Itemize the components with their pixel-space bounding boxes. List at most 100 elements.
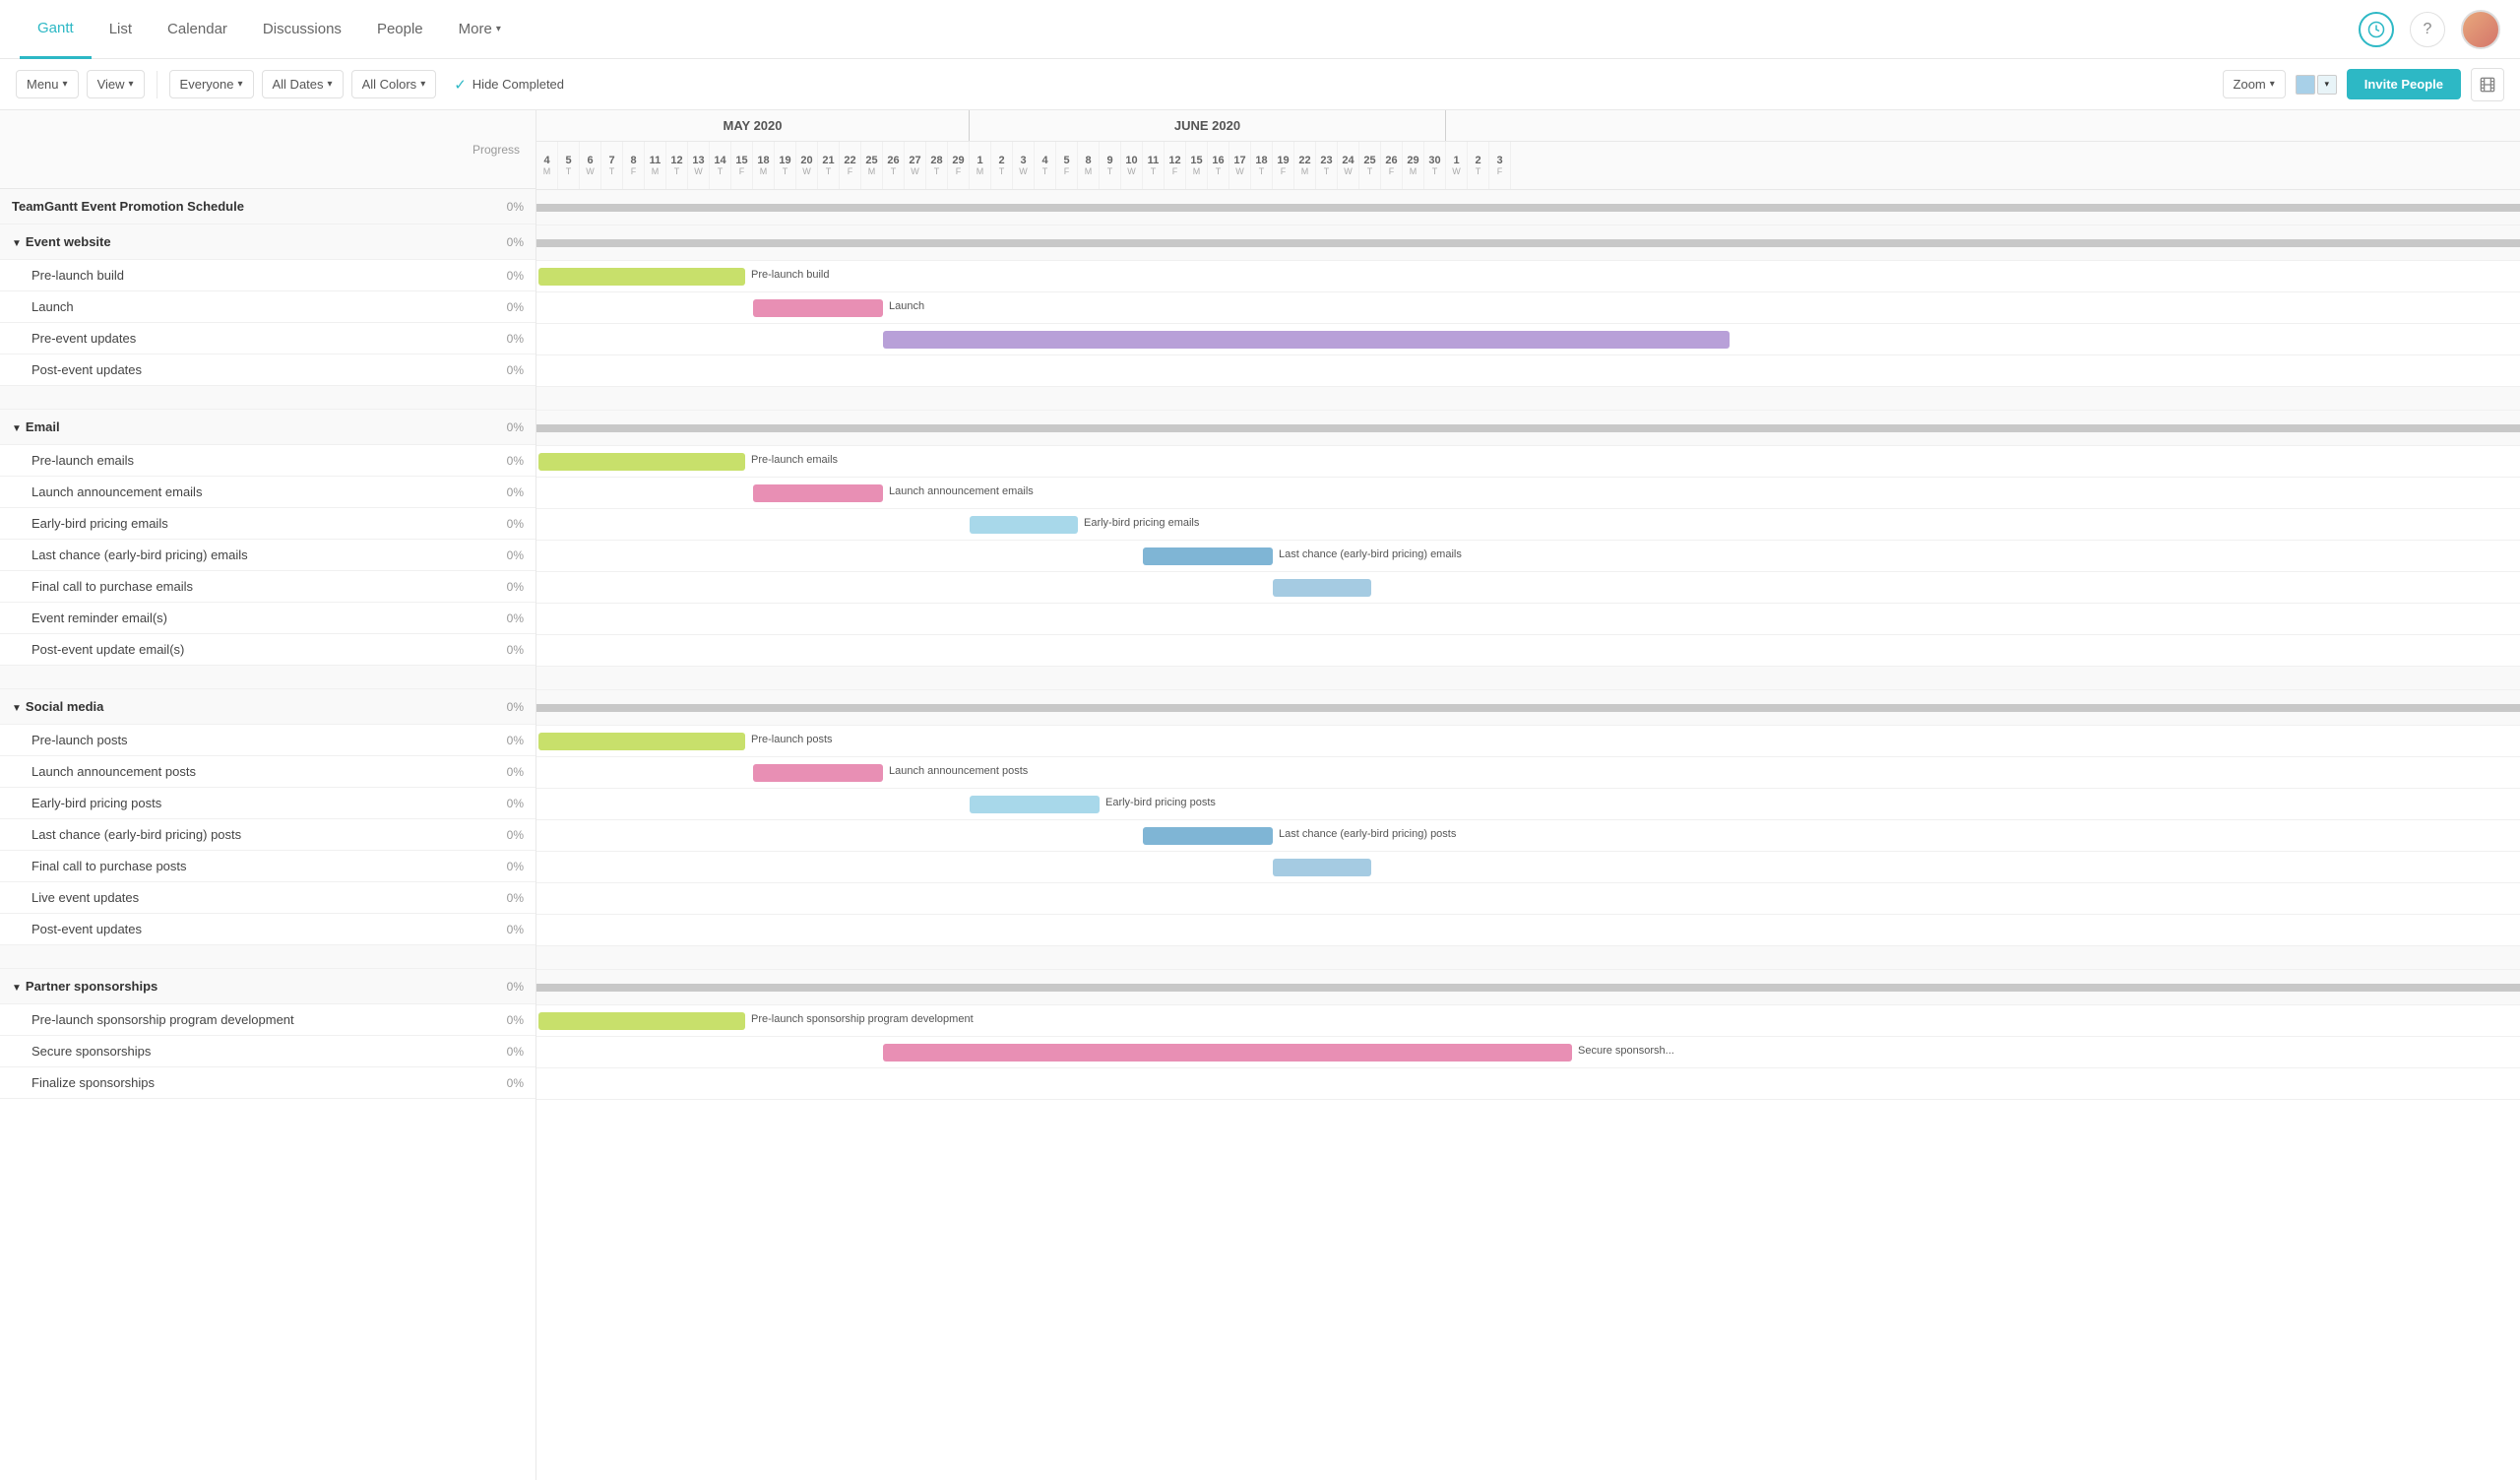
color-swatches: ▾ (2296, 75, 2337, 95)
group-row-partner-sponsorships: ▼Partner sponsorships 0% (0, 969, 536, 1004)
gantt-task-launch-announcement-emails: Launch announcement emails (536, 478, 2520, 509)
invite-people-button[interactable]: Invite People (2347, 69, 2461, 99)
bar-pre-launch-sponsorship[interactable] (538, 1012, 745, 1030)
gantt-task-early-bird-emails: Early-bird pricing emails (536, 509, 2520, 541)
swatch-toggle[interactable]: ▾ (2317, 75, 2337, 95)
left-header: Progress (0, 110, 536, 189)
day-cell-june-5: 5F (1056, 142, 1078, 189)
day-cell-june-1: 1M (970, 142, 991, 189)
bar-launch-announcement-emails[interactable] (753, 484, 883, 502)
task-row: Last chance (early-bird pricing) emails … (0, 540, 536, 571)
chevron-down-icon: ▾ (129, 79, 134, 90)
nav-item-list[interactable]: List (92, 0, 150, 59)
nav-item-discussions[interactable]: Discussions (245, 0, 359, 59)
all-colors-dropdown[interactable]: All Colors ▾ (351, 70, 437, 98)
nav-right: ? (2359, 10, 2500, 49)
gantt-task-post-event-emails (536, 635, 2520, 667)
toolbar-right: Zoom ▾ ▾ Invite People (2223, 68, 2504, 101)
day-cell-june-23: 23T (1316, 142, 1338, 189)
day-cell-june-16: 16T (1208, 142, 1229, 189)
task-row: Live event updates 0% (0, 882, 536, 914)
nav-item-calendar[interactable]: Calendar (150, 0, 245, 59)
day-cell-june-19: 19F (1273, 142, 1294, 189)
chevron-down-icon: ▼ (12, 983, 22, 994)
days-row: 4M5T6W7T8F11M12T13W14T15F18M19T20W21T22F… (536, 142, 2520, 189)
avatar[interactable] (2461, 10, 2500, 49)
day-cell-june-9: 9T (1100, 142, 1121, 189)
bar-early-bird-emails[interactable] (970, 516, 1078, 534)
day-cell-may-21: 21T (818, 142, 840, 189)
everyone-dropdown[interactable]: Everyone ▾ (169, 70, 254, 98)
right-panel: MAY 2020 JUNE 2020 4M5T6W7T8F11M12T13W14… (536, 110, 2520, 1480)
bar-final-call-posts[interactable] (1273, 859, 1371, 876)
gantt-task-launch: Launch (536, 292, 2520, 324)
gantt-group-social-media (536, 690, 2520, 726)
day-cell-july-2: 2T (1468, 142, 1489, 189)
bar-pre-launch-build[interactable] (538, 268, 745, 286)
day-cell-may-27: 27W (905, 142, 926, 189)
month-july (1446, 110, 2520, 141)
bar-final-call-emails[interactable] (1273, 579, 1371, 597)
task-row: Secure sponsorships 0% (0, 1036, 536, 1067)
gantt-header: MAY 2020 JUNE 2020 4M5T6W7T8F11M12T13W14… (536, 110, 2520, 190)
question-icon: ? (2424, 21, 2432, 38)
hide-completed-checkbox[interactable]: ✓ Hide Completed (444, 70, 574, 99)
bar-early-bird-posts[interactable] (970, 796, 1100, 813)
task-row: Pre-launch emails 0% (0, 445, 536, 477)
menu-button[interactable]: Menu ▾ (16, 70, 79, 98)
day-cell-july-1: 1W (1446, 142, 1468, 189)
help-icon-btn[interactable]: ? (2410, 12, 2445, 47)
gantt-task-secure-sponsorships: Secure sponsorsh... (536, 1037, 2520, 1068)
gantt-task-last-chance-emails: Last chance (early-bird pricing) emails (536, 541, 2520, 572)
gantt-task-final-call-posts (536, 852, 2520, 883)
bar-last-chance-posts[interactable] (1143, 827, 1273, 845)
bar-launch[interactable] (753, 299, 883, 317)
bar-launch-announcement-posts[interactable] (753, 764, 883, 782)
task-row: Pre-launch sponsorship program developme… (0, 1004, 536, 1036)
left-panel: Progress TeamGantt Event Promotion Sched… (0, 110, 536, 1480)
day-cell-may-19: 19T (775, 142, 796, 189)
bar-secure-sponsorships[interactable] (883, 1044, 1572, 1062)
project-progress: 0% (486, 200, 536, 214)
day-cell-may-20: 20W (796, 142, 818, 189)
chevron-down-icon: ▼ (12, 238, 22, 249)
day-cell-may-11: 11M (645, 142, 666, 189)
day-cell-june-8: 8M (1078, 142, 1100, 189)
chevron-down-icon: ▼ (12, 703, 22, 714)
all-dates-dropdown[interactable]: All Dates ▾ (262, 70, 344, 98)
bar-pre-launch-emails[interactable] (538, 453, 745, 471)
day-cell-may-28: 28T (926, 142, 948, 189)
nav-item-more[interactable]: More ▾ (441, 0, 519, 59)
day-cell-may-18: 18M (753, 142, 775, 189)
day-cell-june-15: 15M (1186, 142, 1208, 189)
task-row: Early-bird pricing posts 0% (0, 788, 536, 819)
chevron-down-icon: ▾ (496, 24, 501, 34)
export-icon-btn[interactable] (2471, 68, 2504, 101)
day-cell-june-29: 29M (1403, 142, 1424, 189)
gantt-task-pre-event-updates (536, 324, 2520, 355)
task-row: Finalize sponsorships 0% (0, 1067, 536, 1099)
task-row: Last chance (early-bird pricing) posts 0… (0, 819, 536, 851)
gantt-task-event-reminder (536, 604, 2520, 635)
day-cell-june-11: 11T (1143, 142, 1165, 189)
chevron-down-icon: ▾ (2270, 79, 2275, 90)
bar-pre-event-updates[interactable] (883, 331, 1730, 349)
task-row: Launch announcement emails 0% (0, 477, 536, 508)
film-icon (2480, 77, 2495, 93)
gantt-task-launch-announcement-posts: Launch announcement posts (536, 757, 2520, 789)
chevron-down-icon: ▾ (237, 79, 242, 90)
clock-icon-btn[interactable] (2359, 12, 2394, 47)
nav-item-people[interactable]: People (359, 0, 441, 59)
task-row: Post-event updates 0% (0, 354, 536, 386)
day-cell-may-14: 14T (710, 142, 731, 189)
bar-pre-launch-posts[interactable] (538, 733, 745, 750)
nav-item-gantt[interactable]: Gantt (20, 0, 92, 59)
gantt-task-post-event-updates-social (536, 915, 2520, 946)
day-cell-june-22: 22M (1294, 142, 1316, 189)
bar-last-chance-emails[interactable] (1143, 547, 1273, 565)
zoom-dropdown[interactable]: Zoom ▾ (2223, 70, 2286, 98)
top-nav: Gantt List Calendar Discussions People M… (0, 0, 2520, 59)
day-cell-may-7: 7T (601, 142, 623, 189)
toolbar: Menu ▾ View ▾ Everyone ▾ All Dates ▾ All… (0, 59, 2520, 110)
view-button[interactable]: View ▾ (87, 70, 145, 98)
